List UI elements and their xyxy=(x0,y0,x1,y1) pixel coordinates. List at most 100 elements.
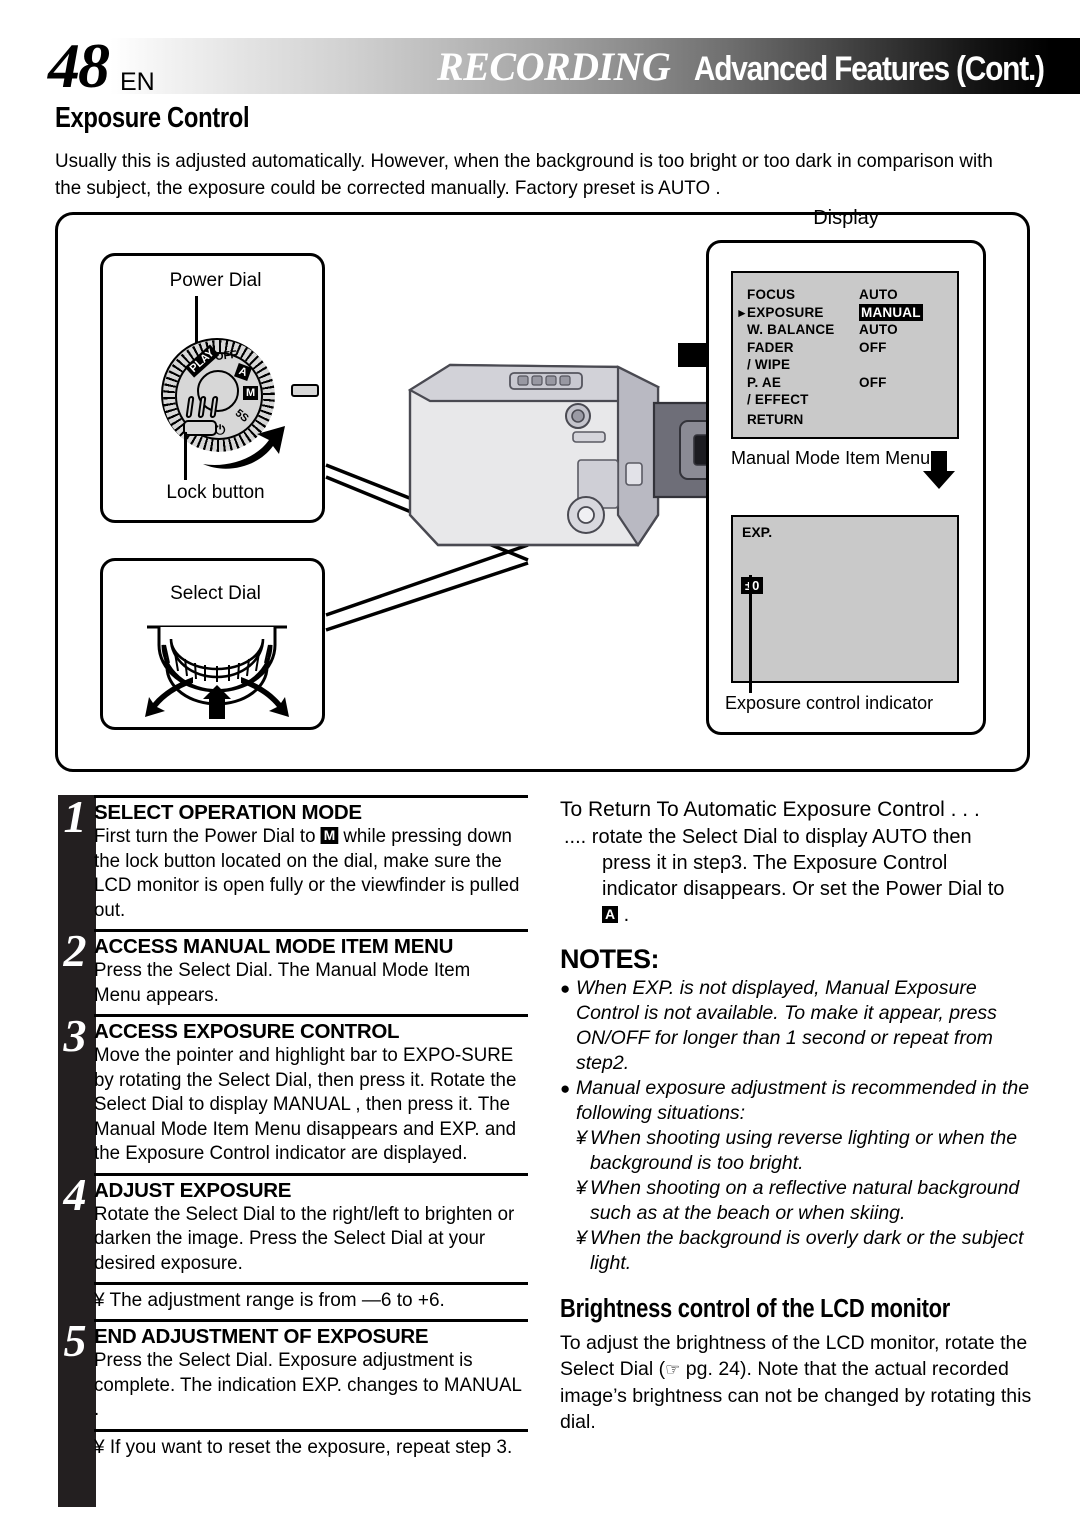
m-mode-chip: M xyxy=(320,827,339,844)
menu-item-value-highlighted: MANUAL xyxy=(859,303,923,321)
a-mode-chip: A xyxy=(602,906,619,923)
lock-button-leader-line xyxy=(184,432,187,480)
note-item: ● When EXP. is not displayed, Manual Exp… xyxy=(560,976,1035,1076)
menu-item-label: / WIPE xyxy=(747,357,791,372)
yen-bullet-icon: ¥ xyxy=(576,1127,587,1149)
yen-bullet-icon: ¥ xyxy=(576,1177,587,1199)
step-text-before: First turn the Power Dial to xyxy=(94,826,321,847)
auto-return-line-2: press it in step3. The Exposure Control xyxy=(602,852,948,874)
menu-item-value: AUTO xyxy=(859,287,898,302)
menu-item-label: FADER xyxy=(747,339,794,355)
header-title-subtitle: Advanced Features (Cont.) xyxy=(694,50,1045,88)
page-number: 48 xyxy=(48,30,110,101)
page-language-code: EN xyxy=(120,68,155,96)
display-callout-box: FOCUS AUTO ► EXPOSURE MANUAL W. BALANCE … xyxy=(706,240,986,735)
subnote-text: When the background is overly dark or th… xyxy=(590,1227,1024,1274)
step-text: Press the Select Dial. The Manual Mode I… xyxy=(94,960,471,1006)
exposure-indicator-leader-line xyxy=(749,575,752,693)
power-dial-callout-box: Power Dial PLAY OFF A M 5S ⏻ Lock button xyxy=(100,253,325,523)
exposure-control-indicator: ±0 xyxy=(741,577,764,594)
step-title: ACCESS MANUAL MODE ITEM MENU xyxy=(94,935,454,958)
exposure-screen-title: EXP. xyxy=(742,524,773,540)
section-intro-paragraph: Usually this is adjusted automatically. … xyxy=(55,150,993,199)
subnote-text: When shooting on a reflective natural ba… xyxy=(590,1177,1020,1224)
step-number: 4 xyxy=(63,1168,87,1220)
select-dial-callout-box: Select Dial xyxy=(100,558,325,730)
figure-panel: Display Power Dial PLAY OFF A M 5S ⏻ Loc… xyxy=(55,207,1030,772)
page-header: 48 EN RECORDING Advanced Features (Cont.… xyxy=(0,34,1080,98)
subnote-text: When shooting using reverse lighting or … xyxy=(590,1127,1018,1174)
step-item: 3 ACCESS EXPOSURE CONTROL Move the point… xyxy=(64,1013,528,1173)
step-title: SELECT OPERATION MODE xyxy=(94,801,362,824)
steps-list: 1 SELECT OPERATION MODE First turn the P… xyxy=(58,794,528,1460)
menu-pointer-icon: ► xyxy=(736,305,749,320)
power-dial-side-indicator xyxy=(291,384,319,397)
right-column: To Return To Automatic Exposure Control … xyxy=(560,795,1035,1435)
step-item: 2 ACCESS MANUAL MODE ITEM MENU Press the… xyxy=(64,928,528,1014)
select-dial-control-icon[interactable] xyxy=(131,619,303,719)
brightness-section-title: Brightness control of the LCD monitor xyxy=(560,1295,951,1323)
select-dial-label: Select Dial xyxy=(170,583,261,604)
header-title: RECORDING Advanced Features (Cont.) xyxy=(437,43,1068,90)
step-number: 3 xyxy=(63,1010,87,1061)
note-item: ● Manual exposure adjustment is recommen… xyxy=(560,1076,1035,1126)
menu-return-item[interactable]: RETURN xyxy=(747,412,803,427)
bullet-icon: ● xyxy=(560,1079,571,1098)
menu-row[interactable]: FOCUS AUTO xyxy=(747,286,951,304)
manual-mode-item-menu-caption: Manual Mode Item Menu xyxy=(731,448,931,468)
menu-row: / EFFECT xyxy=(747,391,951,409)
header-title-recording: RECORDING xyxy=(437,44,671,89)
menu-row[interactable]: W. BALANCE AUTO xyxy=(747,321,951,339)
step5-note: ¥ If you want to reset the exposure, rep… xyxy=(94,1428,528,1460)
manual-page: 48 EN RECORDING Advanced Features (Cont.… xyxy=(0,0,1080,1533)
step-item: 1 SELECT OPERATION MODE First turn the P… xyxy=(64,794,528,929)
power-dial-position-off[interactable]: OFF xyxy=(214,349,237,363)
step-title: END ADJUSTMENT OF EXPOSURE xyxy=(94,1325,429,1348)
auto-return-period: . xyxy=(618,904,630,926)
lock-button-label: Lock button xyxy=(166,482,265,503)
exposure-indicator-caption: Exposure control indicator xyxy=(725,693,934,713)
power-dial-label: Power Dial xyxy=(169,270,262,291)
menu-item-label: W. BALANCE xyxy=(747,322,835,337)
note-text: When EXP. is not displayed, Manual Expos… xyxy=(576,977,997,1074)
step4-note: ¥ The adjustment range is from —6 to +6. xyxy=(94,1282,528,1313)
auto-return-line-4: A . xyxy=(564,902,1035,928)
brightness-section-text: To adjust the brightness of the LCD moni… xyxy=(560,1330,1035,1435)
display-label: Display xyxy=(813,207,879,229)
step-number: 2 xyxy=(63,925,87,976)
auto-return-line-3: indicator disappears. Or set the Power D… xyxy=(602,878,1005,900)
pointing-hand-icon: ☞ xyxy=(665,1360,681,1379)
power-dial-grips xyxy=(185,396,225,420)
auto-return-body: .... rotate the Select Dial to display A… xyxy=(560,824,1035,928)
notes-title: NOTES: xyxy=(560,944,660,974)
menu-item-value: OFF xyxy=(859,374,887,390)
step-title: ACCESS EXPOSURE CONTROL xyxy=(94,1020,400,1043)
step-item: 4 ADJUST EXPOSURE Rotate the Select Dial… xyxy=(64,1171,528,1283)
menu-item-value: AUTO xyxy=(859,322,898,337)
step-title: ADJUST EXPOSURE xyxy=(94,1178,292,1202)
manual-mode-item-menu-screen: FOCUS AUTO ► EXPOSURE MANUAL W. BALANCE … xyxy=(731,271,959,439)
menu-item-label: EXPOSURE xyxy=(747,304,824,320)
down-arrow-icon xyxy=(923,451,955,489)
step-text: Move the pointer and highlight bar to EX… xyxy=(94,1045,517,1164)
section-heading: Exposure Control xyxy=(55,102,250,134)
menu-row[interactable]: P. AE OFF xyxy=(747,374,951,392)
subnote-item: ¥ When the background is overly dark or … xyxy=(560,1226,1035,1276)
menu-item-label: FOCUS xyxy=(747,287,796,302)
menu-item-label: P. AE xyxy=(747,374,782,390)
step-text: First turn the Power Dial to M while pre… xyxy=(94,825,521,923)
menu-row-list: FOCUS AUTO ► EXPOSURE MANUAL W. BALANCE … xyxy=(736,286,951,409)
bullet-icon: ● xyxy=(560,979,571,998)
exposure-screen: EXP. ±0 xyxy=(731,515,959,683)
menu-item-label: / EFFECT xyxy=(747,392,809,407)
step-text: Rotate the Select Dial to the right/left… xyxy=(94,1203,515,1274)
step-number: 5 xyxy=(63,1315,87,1366)
dial-rotation-arrow-icon xyxy=(203,426,285,469)
subnote-item: ¥ When shooting on a reflective natural … xyxy=(560,1176,1035,1226)
step-item: 5 END ADJUSTMENT OF EXPOSURE Press the S… xyxy=(64,1318,528,1429)
menu-row[interactable]: ► EXPOSURE MANUAL xyxy=(736,303,951,321)
menu-row[interactable]: FADER OFF xyxy=(747,339,951,357)
menu-item-value: OFF xyxy=(859,339,887,355)
auto-return-line-1: .... rotate the Select Dial to display A… xyxy=(564,826,972,848)
power-dial-position-m[interactable]: M xyxy=(243,386,259,400)
